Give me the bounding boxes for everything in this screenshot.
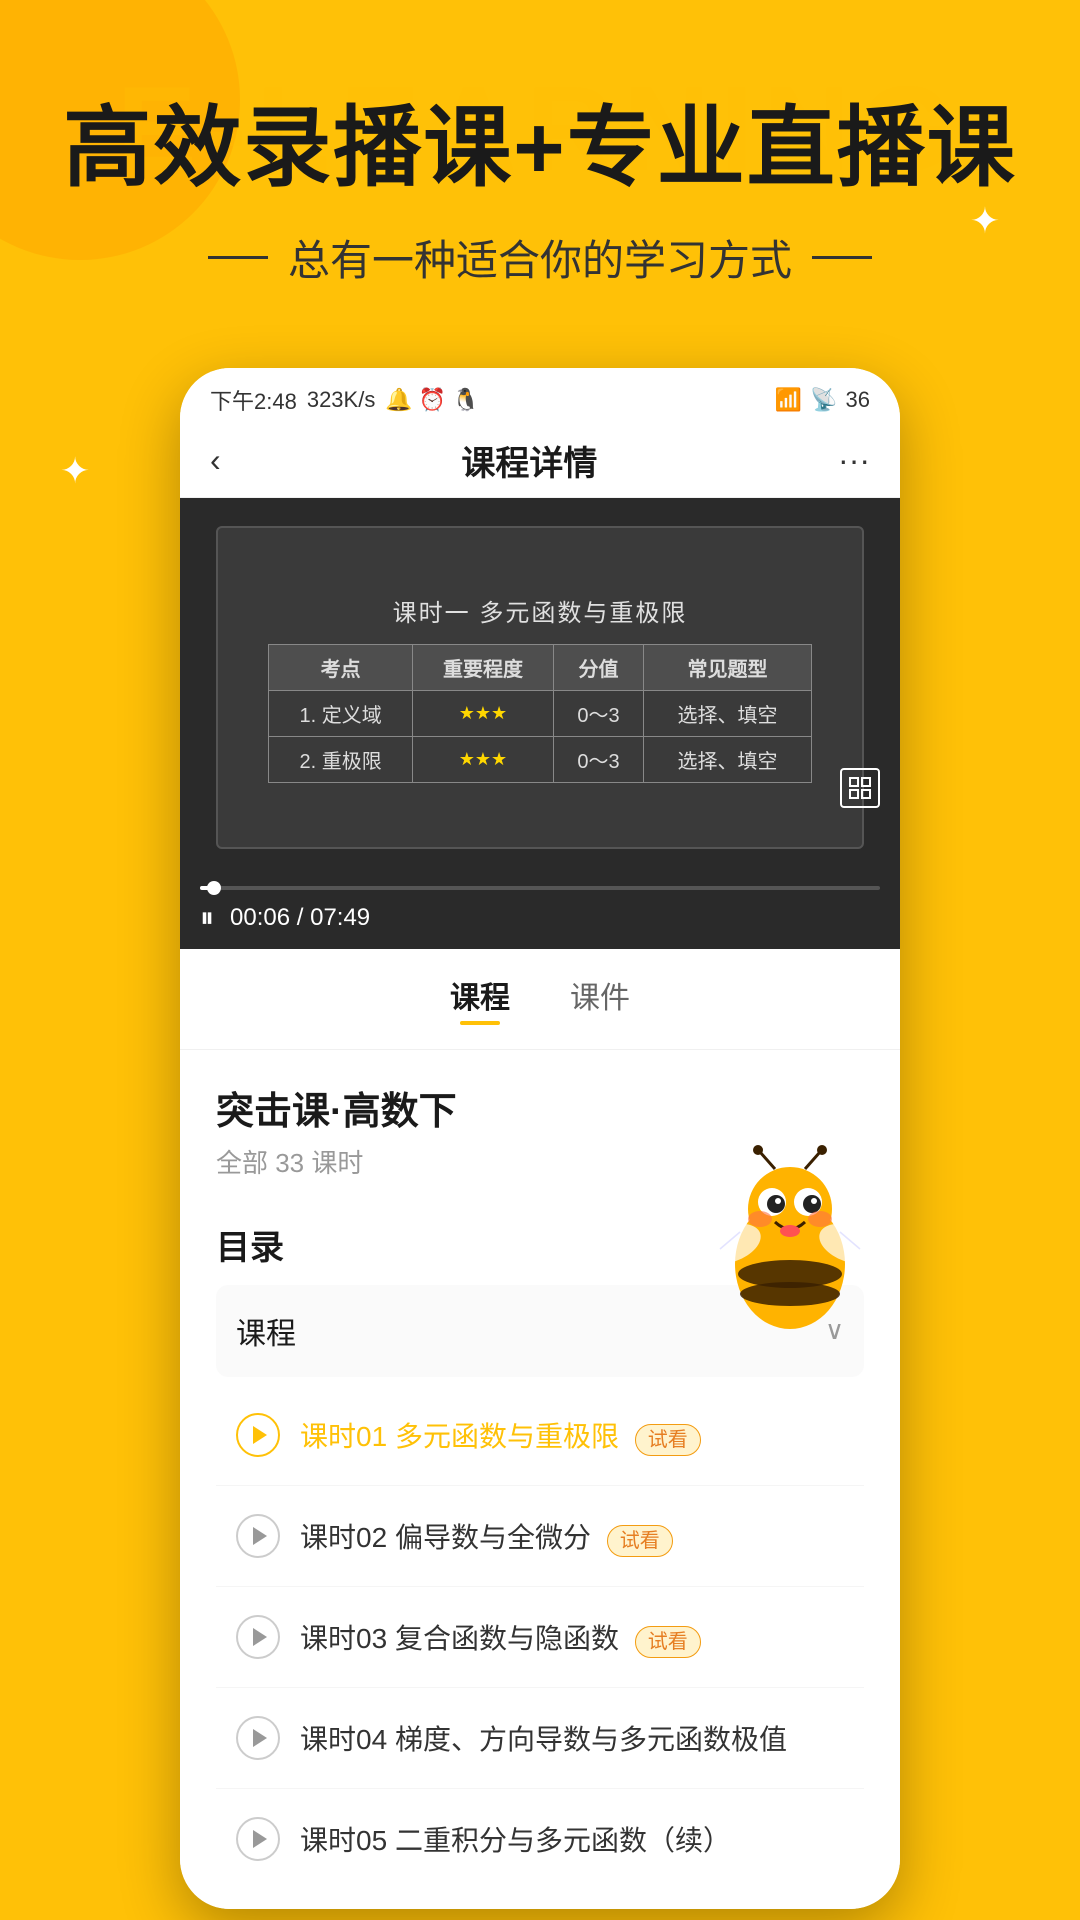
- current-time: 00:06: [230, 904, 290, 931]
- status-icons: 🔔 ⏰ 🐧: [385, 387, 479, 413]
- play-icon-1: [236, 1413, 280, 1457]
- directory-section: 目录 课程 ∨ 课时01 多元函数与重极限 试看: [180, 1200, 900, 1909]
- lesson-number-1: 课时01: [300, 1421, 387, 1452]
- progress-dot: [207, 881, 221, 895]
- main-title: 高效录播课+专业直播课: [60, 100, 1020, 197]
- video-lesson-title: 课时一 多元函数与重极限: [393, 593, 688, 628]
- lesson-number-5: 课时05: [300, 1825, 387, 1856]
- play-icon-3: [236, 1615, 280, 1659]
- row1-col3: 0～3: [553, 690, 643, 736]
- play-icon-5: [236, 1817, 280, 1861]
- tab-courseware[interactable]: 课件: [570, 973, 630, 1025]
- phone-container: 下午2:48 323K/s 🔔 ⏰ 🐧 📶 📡 36 ‹ 课程详情 ··· 课时…: [0, 368, 1080, 1909]
- table-row-1: 1. 定义域 ★★★ 0～3 选择、填空: [269, 690, 812, 736]
- status-signal: 📶: [775, 387, 802, 413]
- nav-bar: ‹ 课程详情 ···: [180, 424, 900, 498]
- trial-badge-1: 试看: [635, 1424, 701, 1456]
- play-triangle-4: [253, 1729, 267, 1747]
- course-meta: 全部 33 课时: [216, 1143, 864, 1180]
- list-item[interactable]: 课时05 二重积分与多元函数（续）: [216, 1789, 864, 1889]
- lesson-name-2-text: 偏导数与全微分: [395, 1522, 591, 1553]
- lesson-name-1-text: 多元函数与重极限: [395, 1421, 619, 1452]
- play-triangle-2: [253, 1527, 267, 1545]
- status-bar-left: 下午2:48 323K/s 🔔 ⏰ 🐧: [210, 384, 480, 416]
- course-info: 突击课·高数下 全部 33 课时: [180, 1050, 900, 1200]
- time-display: 00:06 / 07:49: [230, 904, 370, 932]
- controls-row: ⏸ 00:06 / 07:49: [200, 902, 880, 935]
- subtitle-text: 总有一种适合你的学习方式: [288, 227, 792, 288]
- more-button[interactable]: ···: [838, 442, 870, 479]
- play-icon-2: [236, 1514, 280, 1558]
- pause-button[interactable]: ⏸: [200, 902, 214, 935]
- lesson-text-5: 课时05 二重积分与多元函数（续）: [300, 1819, 844, 1859]
- trial-badge-2: 试看: [607, 1525, 673, 1557]
- phone-mockup: 下午2:48 323K/s 🔔 ⏰ 🐧 📶 📡 36 ‹ 课程详情 ··· 课时…: [180, 368, 900, 1909]
- lesson-name-3-text: 复合函数与隐函数: [395, 1623, 619, 1654]
- course-tabs: 课程 课件: [180, 949, 900, 1050]
- course-name: 突击课·高数下: [216, 1080, 864, 1135]
- status-bar: 下午2:48 323K/s 🔔 ⏰ 🐧 📶 📡 36: [180, 368, 900, 424]
- subtitle-line-right: [812, 256, 872, 259]
- row1-col4: 选择、填空: [644, 690, 812, 736]
- directory-title: 目录: [216, 1200, 864, 1285]
- chalkboard: 课时一 多元函数与重极限 考点 重要程度 分值 常见题型: [216, 526, 864, 849]
- status-time: 下午2:48: [210, 384, 297, 416]
- fullscreen-button[interactable]: [840, 768, 880, 808]
- table-header-1: 考点: [269, 644, 413, 690]
- total-time: 07:49: [310, 904, 370, 931]
- subtitle-line-left: [208, 256, 268, 259]
- list-item[interactable]: 课时03 复合函数与隐函数 试看: [216, 1587, 864, 1688]
- back-button[interactable]: ‹: [210, 442, 221, 479]
- play-triangle-1: [253, 1426, 267, 1444]
- directory-header[interactable]: 课程 ∨: [216, 1285, 864, 1377]
- lesson-text-2: 课时02 偏导数与全微分 试看: [300, 1516, 844, 1556]
- table-header-3: 分值: [553, 644, 643, 690]
- row1-col1: 1. 定义域: [269, 690, 413, 736]
- lesson-text-3: 课时03 复合函数与隐函数 试看: [300, 1617, 844, 1657]
- row2-col1: 2. 重极限: [269, 736, 413, 782]
- status-network: 323K/s: [307, 387, 376, 413]
- table-header-2: 重要程度: [413, 644, 554, 690]
- lesson-number-3: 课时03: [300, 1623, 387, 1654]
- status-battery: 36: [846, 387, 870, 413]
- chevron-down-icon: ∨: [825, 1315, 844, 1346]
- trial-badge-3: 试看: [635, 1626, 701, 1658]
- progress-bar[interactable]: [200, 886, 880, 890]
- row2-col4: 选择、填空: [644, 736, 812, 782]
- video-controls: ⏸ 00:06 / 07:49: [180, 878, 900, 949]
- video-player[interactable]: 课时一 多元函数与重极限 考点 重要程度 分值 常见题型: [180, 498, 900, 878]
- table-header-4: 常见题型: [644, 644, 812, 690]
- status-wifi: 📡: [810, 387, 837, 413]
- time-separator: /: [297, 904, 310, 931]
- tab-course[interactable]: 课程: [450, 973, 510, 1025]
- list-item[interactable]: 课时02 偏导数与全微分 试看: [216, 1486, 864, 1587]
- lesson-name-4-text: 梯度、方向导数与多元函数极值: [395, 1724, 787, 1755]
- lesson-name-5-text: 二重积分与多元函数（续）: [395, 1825, 731, 1856]
- nav-title: 课程详情: [461, 436, 597, 485]
- video-table: 考点 重要程度 分值 常见题型 1. 定义域 ★★★ 0～3 选: [268, 644, 812, 783]
- status-bar-right: 📶 📡 36: [775, 387, 870, 413]
- play-icon-4: [236, 1716, 280, 1760]
- lesson-list: 课时01 多元函数与重极限 试看 课时02 偏导数与全微分: [216, 1385, 864, 1889]
- play-triangle-3: [253, 1628, 267, 1646]
- subtitle: 总有一种适合你的学习方式: [60, 227, 1020, 288]
- row1-col2: ★★★: [413, 690, 554, 736]
- lesson-text-1: 课时01 多元函数与重极限 试看: [300, 1415, 844, 1455]
- lesson-number-4: 课时04: [300, 1724, 387, 1755]
- lesson-text-4: 课时04 梯度、方向导数与多元函数极值: [300, 1718, 844, 1758]
- row2-col2: ★★★: [413, 736, 554, 782]
- play-triangle-5: [253, 1830, 267, 1848]
- header-section: 高效录播课+专业直播课 总有一种适合你的学习方式: [0, 0, 1080, 328]
- table-row-2: 2. 重极限 ★★★ 0～3 选择、填空: [269, 736, 812, 782]
- list-item[interactable]: 课时04 梯度、方向导数与多元函数极值: [216, 1688, 864, 1789]
- lesson-number-2: 课时02: [300, 1522, 387, 1553]
- list-item[interactable]: 课时01 多元函数与重极限 试看: [216, 1385, 864, 1486]
- directory-header-label: 课程: [236, 1309, 296, 1353]
- video-content: 课时一 多元函数与重极限 考点 重要程度 分值 常见题型: [180, 498, 900, 878]
- row2-col3: 0～3: [553, 736, 643, 782]
